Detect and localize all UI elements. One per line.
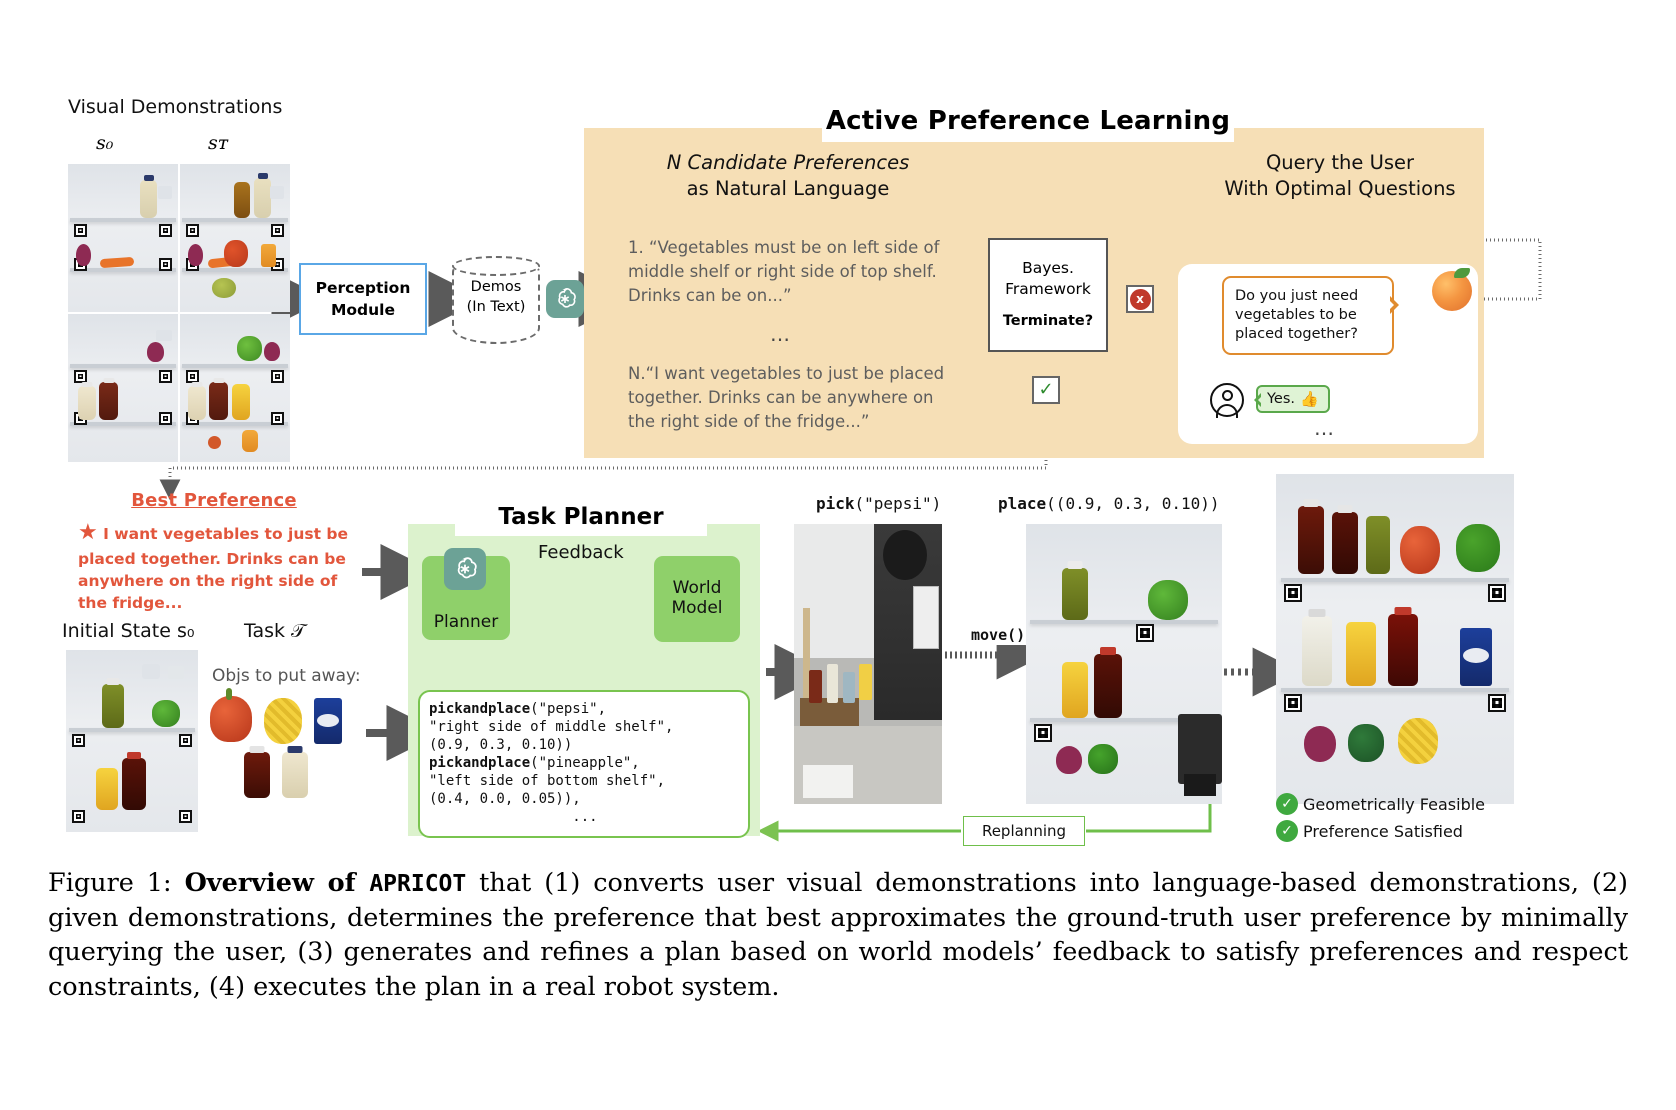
- perception-label-line2: Module: [330, 301, 396, 319]
- terminate-label: Terminate?: [1002, 313, 1094, 330]
- initial-state-photo: [66, 650, 198, 832]
- robot-place-photo: [1026, 524, 1222, 804]
- world-model-label-line1: World: [672, 578, 722, 599]
- query-heading-line1: Query the User: [1265, 151, 1415, 174]
- pick-action-label: pick("pepsi"): [816, 494, 941, 513]
- object-pineapple: [264, 698, 302, 744]
- best-preference-text: I want vegetables to just be placed toge…: [78, 524, 348, 612]
- demo-photo-sT-1: [180, 164, 290, 312]
- task-planner-title: Task Planner: [455, 498, 707, 536]
- world-model-node: World Model: [654, 556, 740, 642]
- caption-prefix: Figure 1:: [48, 868, 185, 898]
- openai-logo-icon: [546, 280, 584, 318]
- demos-label-line2: (In Text): [466, 298, 526, 315]
- active-preference-learning-title: Active Preference Learning: [822, 100, 1234, 142]
- final-result-photo: [1276, 474, 1514, 804]
- task-objects-group: [208, 688, 368, 806]
- candidate-preferences-ellipsis: …: [770, 322, 793, 346]
- candidate-preference-n: N.“I want vegetables to just be placed t…: [628, 364, 945, 431]
- candidate-preference-1: 1. “Vegetables must be on left side of m…: [628, 238, 940, 305]
- query-user-heading: Query the User With Optimal Questions: [1180, 150, 1500, 201]
- visual-demonstrations-title: Visual Demonstrations: [68, 96, 283, 118]
- user-avatar-icon: [1210, 383, 1244, 418]
- status-geometrically-feasible: ✓ Geometrically Feasible: [1276, 793, 1485, 815]
- status-preference-satisfied: ✓ Preference Satisfied: [1276, 820, 1463, 842]
- check-circle-icon: ✓: [1276, 793, 1298, 815]
- demo-col-label-sT: sᴛ: [208, 132, 229, 154]
- place-arg: ((0.9, 0.3, 0.10)): [1046, 494, 1220, 513]
- caption-bold: Overview of: [184, 868, 370, 898]
- assistant-question-bubble: Do you just need vegetables to be placed…: [1222, 276, 1399, 356]
- world-model-label-line2: Model: [671, 598, 723, 618]
- chat-ellipsis: …: [1314, 416, 1337, 440]
- demos-datastore: Demos (In Text): [452, 256, 540, 344]
- figure-root: Visual Demonstrations s₀ sᴛ Perception M…: [0, 0, 1676, 1110]
- bayes-label-line2: Framework: [1005, 280, 1091, 299]
- best-preference-block: Best Preference ★ I want vegetables to j…: [78, 488, 350, 614]
- object-bell-pepper: [210, 688, 252, 742]
- check-icon: ✓: [1038, 379, 1054, 400]
- code-args: (0.4, 0.0, 0.05)),: [429, 791, 581, 808]
- code-line: ...: [429, 808, 739, 826]
- code-line: "left side of bottom shelf",: [429, 772, 739, 790]
- initial-state-label: Initial State s₀: [62, 620, 195, 642]
- place-action-label: place((0.9, 0.3, 0.10)): [998, 494, 1220, 513]
- code-line: (0.4, 0.0, 0.05)),: [429, 790, 739, 808]
- caption-system-name: APRICOT: [369, 871, 467, 897]
- code-args: ...: [429, 809, 598, 826]
- star-icon: ★: [78, 519, 98, 545]
- code-args: "left side of bottom shelf",: [429, 773, 666, 790]
- pick-arg: ("pepsi"): [854, 494, 942, 513]
- code-fn-name: pickandplace: [429, 701, 531, 717]
- code-line: pickandplace("pepsi",: [429, 700, 739, 718]
- thumbs-up-icon: 👍: [1300, 390, 1319, 408]
- object-ketchup-bottle: [244, 746, 270, 798]
- code-args: "right side of middle shelf",: [429, 719, 674, 736]
- robot-pick-photo: [794, 524, 942, 804]
- pick-fn: pick: [816, 494, 855, 513]
- feedback-label: Feedback: [538, 542, 624, 563]
- demo-photo-s0-1: [68, 164, 178, 312]
- peach-avatar-icon: [1432, 268, 1472, 311]
- code-line: "right side of middle shelf",: [429, 718, 739, 736]
- object-dressing-bottle: [282, 746, 308, 798]
- demo-photo-sT-2: [180, 314, 290, 462]
- perception-module-box: Perception Module: [299, 263, 427, 335]
- terminate-no-badge: x: [1126, 285, 1154, 313]
- figure-caption: Figure 1: Overview of APRICOT that (1) c…: [48, 866, 1628, 1005]
- terminate-yes-badge: ✓: [1032, 376, 1060, 404]
- candidate-preferences-heading: N Candidate Preferences as Natural Langu…: [618, 150, 958, 201]
- demo-photo-s0-2: [68, 314, 178, 462]
- x-icon: x: [1129, 288, 1151, 310]
- bayes-framework-box: Bayes. Framework Terminate?: [988, 238, 1108, 352]
- move-action-label: move(): [968, 625, 1029, 645]
- user-answer-text: Yes.: [1267, 391, 1296, 407]
- demos-label-line1: Demos: [470, 279, 522, 295]
- demo-col-label-s0: s₀: [96, 132, 114, 154]
- candidate-heading-line2: as Natural Language: [686, 176, 890, 200]
- best-preference-heading: Best Preference: [131, 490, 297, 511]
- task-label: Task 𝒯: [244, 620, 306, 642]
- code-args: ("pineapple",: [530, 755, 640, 772]
- check-circle-icon-2: ✓: [1276, 820, 1298, 842]
- candidate-heading-line1: N Candidate Preferences: [666, 151, 910, 174]
- place-fn: place: [998, 494, 1047, 513]
- query-heading-line2: With Optimal Questions: [1224, 176, 1456, 200]
- status-preference-label: Preference Satisfied: [1303, 821, 1463, 841]
- bayes-label-line1: Bayes.: [1022, 259, 1074, 278]
- code-line: (0.9, 0.3, 0.10)): [429, 736, 739, 754]
- code-args: ("pepsi",: [530, 701, 607, 717]
- generated-plan-code: pickandplace("pepsi", "right side of midd…: [418, 690, 750, 838]
- user-answer-bubble: Yes. 👍: [1254, 385, 1330, 413]
- object-pepsi-can: [314, 698, 342, 744]
- planner-openai-logo-icon: [444, 548, 486, 590]
- objects-to-put-away-label: Objs to put away:: [212, 666, 361, 686]
- planner-node-label: Planner: [433, 612, 499, 633]
- replanning-label: Replanning: [963, 816, 1085, 846]
- code-line: pickandplace("pineapple",: [429, 754, 739, 772]
- code-fn-name: pickandplace: [429, 755, 531, 772]
- code-args: (0.9, 0.3, 0.10)): [429, 737, 573, 754]
- status-geometric-label: Geometrically Feasible: [1303, 794, 1486, 814]
- perception-label-line1: Perception: [315, 278, 411, 297]
